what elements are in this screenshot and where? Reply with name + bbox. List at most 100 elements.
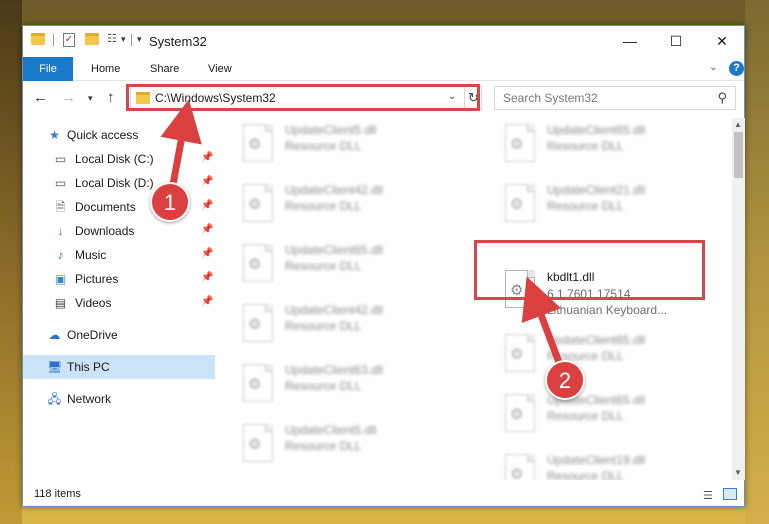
tiles-view-icon[interactable] <box>723 488 737 500</box>
file-item[interactable]: ⚙ UpdateClient65.dll Resource DLL <box>237 238 457 298</box>
search-icon[interactable]: ⚲ <box>717 90 727 106</box>
scroll-up-icon[interactable]: ▲ <box>734 120 742 129</box>
pin-icon[interactable]: 📌 <box>201 248 213 259</box>
documents-icon: 🗎 <box>55 200 66 214</box>
file-item[interactable]: ⚙ UpdateClient21.dll Resource DLL <box>499 178 719 238</box>
quick-access-separator <box>53 34 54 46</box>
file-description: Resource DLL <box>547 409 624 423</box>
nav-item-downloads[interactable]: ↓ Downloads 📌 <box>23 219 215 243</box>
nav-label: Network <box>67 392 112 406</box>
customize-chevron-down-icon[interactable]: ▾ <box>121 34 126 45</box>
pin-icon[interactable]: 📌 <box>201 200 213 211</box>
file-item[interactable]: ⚙ UpdateClient42.dll Resource DLL <box>237 178 457 238</box>
cloud-icon: ☁ <box>48 328 61 342</box>
pin-icon[interactable]: 📌 <box>201 176 213 187</box>
file-item[interactable]: ⚙ UpdateClient5.dll Resource DLL <box>237 118 457 178</box>
drive-icon: ▭ <box>54 176 67 190</box>
file-description: Resource DLL <box>285 319 362 333</box>
step-2-callout: 2 <box>545 360 585 400</box>
status-bar: 118 items ☰ <box>23 484 744 506</box>
file-item[interactable]: ⚙ UpdateClient65.dll Resource DLL <box>499 388 719 448</box>
nav-label: OneDrive <box>67 328 118 342</box>
file-name: UpdateClient65.dll <box>285 243 384 257</box>
nav-label: Documents <box>75 200 136 214</box>
computer-icon: 🖥 <box>47 360 63 374</box>
tab-file[interactable]: File <box>23 57 73 81</box>
file-description: Resource DLL <box>285 139 362 153</box>
file-name: UpdateClient42.dll <box>285 303 384 317</box>
back-arrow-icon[interactable]: ← <box>33 89 48 106</box>
nav-label: Pictures <box>75 272 119 286</box>
file-name: UpdateClient5.dll <box>285 423 377 437</box>
expand-ribbon-chevron-icon[interactable]: ⌄ <box>709 62 717 73</box>
vertical-scrollbar[interactable]: ▲ ▼ <box>732 118 745 480</box>
quick-access-dropdown-icon[interactable]: ▾ <box>137 34 142 45</box>
forward-arrow-icon[interactable]: → <box>61 89 76 106</box>
dll-file-icon: ⚙ <box>505 124 535 162</box>
maximize-button[interactable]: ☐ <box>653 26 699 56</box>
file-description: Resource DLL <box>285 379 362 393</box>
star-icon: ★ <box>49 128 60 142</box>
minimize-button[interactable]: — <box>607 26 653 56</box>
dll-file-icon: ⚙ <box>505 454 535 480</box>
new-folder-icon[interactable] <box>85 33 99 45</box>
file-name: UpdateClient63.dll <box>285 363 384 377</box>
file-name: UpdateClient21.dll <box>547 183 646 197</box>
desktop-background-left <box>0 0 22 524</box>
dll-file-icon: ⚙ <box>243 364 273 402</box>
file-item[interactable]: ⚙ UpdateClient65.dll Resource DLL <box>499 328 719 388</box>
tab-view[interactable]: View <box>208 57 232 81</box>
recent-locations-chevron-icon[interactable]: ▾ <box>88 93 93 104</box>
nav-item-this-pc[interactable]: 🖥 This PC <box>23 355 215 379</box>
nav-item-pictures[interactable]: ▣ Pictures 📌 <box>23 267 215 291</box>
nav-item-local-disk-c[interactable]: ▭ Local Disk (C:) 📌 <box>23 147 215 171</box>
file-item[interactable]: ⚙ UpdateClient19.dll Resource DLL <box>499 448 719 480</box>
up-arrow-icon[interactable]: ↑ <box>107 89 115 106</box>
nav-item-videos[interactable]: ▤ Videos 📌 <box>23 291 215 315</box>
nav-item-network[interactable]: 🖧 Network <box>23 387 215 411</box>
pin-icon[interactable]: 📌 <box>201 296 213 307</box>
properties-check-icon[interactable]: ✓ <box>63 33 75 47</box>
close-button[interactable]: ✕ <box>699 26 745 56</box>
pin-icon[interactable]: 📌 <box>201 224 213 235</box>
file-item[interactable]: ⚙ UpdateClient65.dll Resource DLL <box>499 118 719 178</box>
file-item[interactable]: ⚙ UpdateClient63.dll Resource DLL <box>237 358 457 418</box>
file-name: UpdateClient65.dll <box>547 333 646 347</box>
dll-file-icon: ⚙ <box>243 424 273 462</box>
nav-item-onedrive[interactable]: ☁ OneDrive <box>23 323 215 347</box>
search-placeholder: Search System32 <box>503 91 598 105</box>
scroll-down-icon[interactable]: ▼ <box>734 468 742 477</box>
file-name: UpdateClient19.dll <box>547 453 646 467</box>
nav-label: Quick access <box>67 128 139 142</box>
file-description: Resource DLL <box>285 439 362 453</box>
dll-file-icon: ⚙ <box>243 124 273 162</box>
network-icon: 🖧 <box>47 392 62 406</box>
file-name: UpdateClient5.dll <box>285 123 377 137</box>
address-bar-highlight <box>126 84 480 111</box>
videos-icon: ▤ <box>54 296 67 310</box>
pictures-icon: ▣ <box>54 272 67 286</box>
scroll-thumb[interactable] <box>734 132 743 178</box>
file-name: UpdateClient65.dll <box>547 123 646 137</box>
search-input[interactable]: Search System32 ⚲ <box>494 86 736 110</box>
nav-item-quick-access[interactable]: ★ Quick access <box>23 123 215 147</box>
pin-icon[interactable]: 📌 <box>201 272 213 283</box>
tab-home[interactable]: Home <box>91 57 120 81</box>
details-view-icon[interactable]: ☰ <box>703 489 713 502</box>
nav-label: Local Disk (D:) <box>75 176 154 190</box>
nav-label: Downloads <box>75 224 135 238</box>
window-title: System32 <box>149 34 207 49</box>
nav-item-music[interactable]: ♪ Music 📌 <box>23 243 215 267</box>
dll-file-icon: ⚙ <box>243 184 273 222</box>
item-count: 118 items <box>34 488 81 500</box>
file-description: Resource DLL <box>547 199 624 213</box>
pin-icon[interactable]: 📌 <box>201 152 213 163</box>
file-description: Lithuanian Keyboard... <box>547 303 668 317</box>
folder-icon <box>31 33 45 45</box>
help-icon[interactable]: ? <box>729 61 744 76</box>
file-item[interactable]: ⚙ UpdateClient42.dll Resource DLL <box>237 298 457 358</box>
file-item[interactable]: ⚙ UpdateClient5.dll Resource DLL <box>237 418 457 478</box>
dll-file-icon: ⚙ <box>505 394 535 432</box>
title-bar: ✓ ☷ ▾ ▾ System32 — ☐ ✕ <box>23 26 744 56</box>
tab-share[interactable]: Share <box>150 57 179 81</box>
